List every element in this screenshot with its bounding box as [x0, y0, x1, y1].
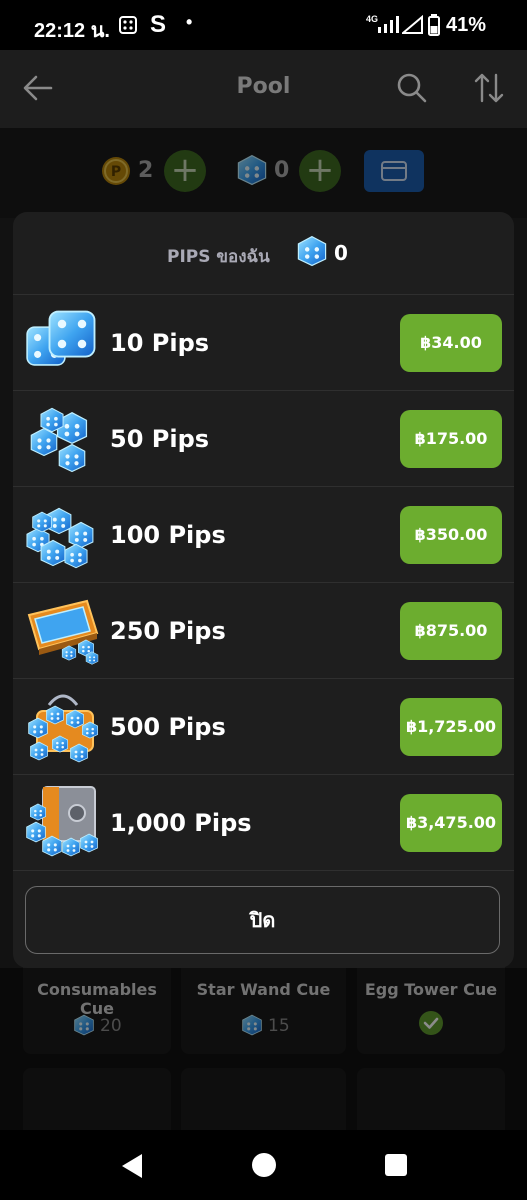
pips-100-icon: [23, 497, 101, 573]
recents-nav-icon[interactable]: [384, 1153, 408, 1181]
status-dot: •: [186, 12, 193, 32]
carrier-letter: S: [150, 11, 167, 38]
package-label: 250 Pips: [110, 617, 226, 645]
pips-count: 0: [274, 158, 290, 183]
cue-card[interactable]: [357, 1068, 505, 1138]
cue-cost: 20: [100, 1016, 122, 1036]
battery-percent: 41%: [446, 14, 487, 36]
dice-icon: [236, 154, 268, 186]
cue-card[interactable]: [23, 1068, 171, 1138]
pips-purchase-dialog: PIPS ของฉัน 0 10 Pips ฿34.00 50 Pips ฿17…: [13, 212, 514, 968]
dialog-header: PIPS ของฉัน 0: [13, 212, 514, 294]
buy-button[interactable]: ฿3,475.00: [400, 794, 502, 852]
svg-text:P: P: [111, 164, 121, 180]
pips-balance: 0: [334, 241, 348, 265]
buy-button[interactable]: ฿175.00: [400, 410, 502, 468]
battery-icon: [428, 14, 440, 40]
divider: [13, 870, 514, 871]
dice-status-icon: [118, 15, 138, 35]
package-row[interactable]: 50 Pips ฿175.00: [13, 390, 514, 487]
package-label: 500 Pips: [110, 713, 226, 741]
status-bar: 22:12 น. S • 4G 41%: [0, 0, 527, 50]
cue-grid: Consumables Cue 20 Star Wand Cue 15 Egg …: [0, 958, 527, 1138]
status-time: 22:12 น.: [34, 20, 110, 42]
pips-50-icon: [25, 401, 101, 477]
cue-card[interactable]: Star Wand Cue 15: [181, 958, 346, 1054]
close-button[interactable]: ปิด: [25, 886, 500, 954]
add-coins-button[interactable]: +: [164, 150, 206, 192]
package-row[interactable]: 1,000 Pips ฿3,475.00: [13, 774, 514, 871]
buy-button[interactable]: ฿350.00: [400, 506, 502, 564]
page-title: Pool: [236, 74, 291, 99]
signal-icon: [376, 16, 400, 38]
pips-1000-icon: [23, 783, 101, 863]
cue-name: Egg Tower Cue: [364, 980, 498, 999]
package-label: 10 Pips: [110, 329, 210, 357]
home-nav-icon[interactable]: [251, 1152, 277, 1182]
balance-bar: P 2 + 0 +: [0, 128, 527, 218]
wallet-icon: [381, 160, 407, 186]
package-row[interactable]: 250 Pips ฿875.00: [13, 582, 514, 679]
buy-button[interactable]: ฿34.00: [400, 314, 502, 372]
coin-icon: P: [100, 155, 132, 191]
package-label: 100 Pips: [110, 521, 226, 549]
cue-card[interactable]: Consumables Cue 20: [23, 958, 171, 1054]
app-header: Pool: [0, 50, 527, 128]
back-nav-icon[interactable]: [118, 1152, 146, 1184]
wallet-button[interactable]: [364, 150, 424, 192]
package-label: 50 Pips: [110, 425, 210, 453]
wifi-signal-icon: [400, 14, 424, 39]
cue-name: Star Wand Cue: [196, 980, 331, 999]
add-pips-button[interactable]: +: [299, 150, 341, 192]
cue-card[interactable]: [181, 1068, 346, 1138]
search-icon[interactable]: [396, 72, 428, 108]
system-navigation-bar: [0, 1130, 527, 1200]
sort-icon[interactable]: [474, 72, 504, 108]
buy-button[interactable]: ฿1,725.00: [400, 698, 502, 756]
package-row[interactable]: 500 Pips ฿1,725.00: [13, 678, 514, 775]
owned-check-icon: [418, 1010, 444, 1040]
pips-10-icon: [23, 305, 99, 381]
pips-250-icon: [23, 593, 101, 669]
package-row[interactable]: 100 Pips ฿350.00: [13, 486, 514, 583]
cue-cost: 15: [268, 1016, 290, 1036]
dice-icon: [73, 1014, 95, 1036]
coin-count: 2: [138, 158, 154, 183]
dice-icon: [241, 1014, 263, 1036]
dice-icon: [296, 234, 328, 268]
package-label: 1,000 Pips: [110, 809, 252, 837]
buy-button[interactable]: ฿875.00: [400, 602, 502, 660]
cue-name: Consumables Cue: [37, 980, 157, 1018]
cue-card[interactable]: Egg Tower Cue: [357, 958, 505, 1054]
pips-500-icon: [23, 687, 101, 767]
dialog-title: PIPS ของฉัน: [167, 247, 270, 267]
package-row[interactable]: 10 Pips ฿34.00: [13, 294, 514, 391]
